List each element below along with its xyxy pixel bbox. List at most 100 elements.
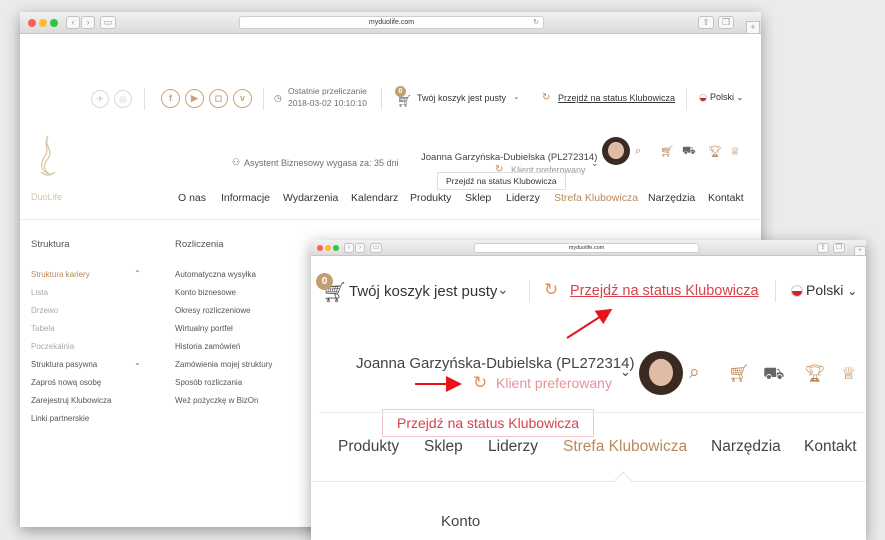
cart-icon[interactable]: 🛒︎ (728, 364, 750, 384)
nav-item-narzedzia[interactable]: Narzędzia (648, 192, 695, 204)
menu-item[interactable]: Zamówienia mojej struktury (175, 360, 272, 369)
logo-text[interactable]: DuoLife (31, 192, 62, 202)
trophy-alt-icon[interactable]: ♕ (730, 145, 740, 158)
rocket-icon[interactable]: ✈ (91, 90, 109, 108)
address-bar[interactable]: myduolife.com (474, 243, 699, 253)
menu-item[interactable]: Struktura kariery (31, 270, 90, 279)
truck-icon[interactable]: ⛟ (763, 364, 784, 386)
menu-item[interactable]: Weź pożyczkę w BizOn (175, 396, 258, 405)
menu-item[interactable]: Konto biznesowe (175, 288, 236, 297)
language-select[interactable]: Polski ⌄ (699, 92, 743, 102)
new-tab-icon[interactable]: + (746, 21, 760, 34)
menu-item[interactable]: Sposób rozliczania (175, 378, 242, 387)
maximize-window-button[interactable] (333, 245, 339, 251)
search-user-icon[interactable]: ⌕ (689, 362, 700, 384)
tabs-icon[interactable]: ❐ (833, 243, 845, 253)
menu-item[interactable]: Historia zamówień (175, 342, 240, 351)
browser-toolbar: ‹ › ▭ myduolife.com ↻ ⇪ ❐ + (20, 12, 761, 34)
chevron-down-icon[interactable]: ⌄ (513, 92, 520, 101)
nav-item-sklep[interactable]: Sklep (424, 438, 463, 456)
truck-icon[interactable]: ⛟ (682, 145, 696, 159)
nav-item-liderzy[interactable]: Liderzy (488, 438, 538, 456)
back-icon[interactable]: ‹ (344, 243, 354, 253)
club-status-link[interactable]: Przejdź na status Klubowicza (558, 93, 675, 103)
chevron-down-icon[interactable]: ⌄ (620, 364, 631, 380)
nav-item-wydarzenia[interactable]: Wydarzenia (283, 192, 338, 204)
menu-item[interactable]: Automatyczna wysyłka (175, 270, 256, 279)
chevron-down-icon[interactable]: ⌄ (591, 158, 599, 169)
address-bar[interactable]: myduolife.com ↻ (239, 16, 544, 29)
nav-divider (311, 481, 866, 482)
nav-item-strefa-klubowicza[interactable]: Strefa Klubowicza (563, 438, 687, 456)
minimize-window-button[interactable] (39, 19, 47, 27)
menu-item[interactable]: Poczekalnia (31, 342, 74, 351)
close-window-button[interactable] (28, 19, 36, 27)
logo-flame-icon[interactable] (33, 134, 63, 178)
search-user-icon[interactable]: ⌕ (635, 145, 641, 158)
chevron-up-icon[interactable]: ⌃ (134, 269, 141, 278)
refresh-icon: ↻ (544, 280, 559, 299)
vk-icon[interactable]: v (233, 89, 252, 108)
menu-item[interactable]: Linki partnerskie (31, 414, 89, 423)
user-status: Klient preferowany (496, 375, 612, 391)
reload-icon[interactable]: ↻ (533, 17, 539, 28)
url-text: myduolife.com (568, 245, 605, 251)
last-calc-value: 2018-03-02 10:10:10 (288, 98, 367, 108)
trophy-alt-icon[interactable]: ♕ (841, 364, 856, 384)
tabs-icon[interactable]: ❐ (718, 16, 734, 29)
sidebar-icon[interactable]: ▭ (100, 16, 116, 29)
nav-item-strefa-klubowicza[interactable]: Strefa Klubowicza (554, 192, 638, 204)
nav-item-sklep[interactable]: Sklep (465, 192, 491, 204)
divider (529, 280, 530, 302)
cart-label[interactable]: Twój koszyk jest pusty (349, 283, 497, 300)
menu-col-title: Struktura (31, 239, 70, 250)
nav-item-produkty[interactable]: Produkty (338, 438, 399, 456)
zoom-browser-window: ‹ › ▭ myduolife.com ⇪ ❐ + 🛒︎ 0 Twój kosz… (311, 240, 866, 540)
sidebar-icon[interactable]: ▭ (370, 243, 382, 253)
menu-item[interactable]: Drzewo (31, 306, 58, 315)
share-icon[interactable]: ⇪ (817, 243, 829, 253)
youtube-icon[interactable]: ▶ (185, 89, 204, 108)
instagram-icon[interactable]: ◻ (209, 89, 228, 108)
maximize-window-button[interactable] (50, 19, 58, 27)
nav-item-o-nas[interactable]: O nas (178, 192, 206, 204)
nav-item-kontakt[interactable]: Kontakt (708, 192, 744, 204)
avatar[interactable] (639, 351, 683, 395)
avatar[interactable] (602, 137, 630, 165)
chevron-down-icon[interactable]: ⌄ (497, 281, 509, 298)
user-name[interactable]: Joanna Garzyńska-Dubielska (PL272314) (421, 152, 597, 163)
forward-icon[interactable]: › (355, 243, 365, 253)
menu-item[interactable]: Lista (31, 288, 48, 297)
menu-item[interactable]: Okresy rozliczeniowe (175, 306, 251, 315)
nav-item-narzedzia[interactable]: Narzędzia (711, 438, 781, 456)
trophy-icon[interactable]: 🏆︎ (804, 364, 826, 384)
new-tab-icon[interactable]: + (854, 246, 866, 256)
nav-item-produkty[interactable]: Produkty (410, 192, 451, 204)
nav-item-kalendarz[interactable]: Kalendarz (351, 192, 398, 204)
facebook-icon[interactable]: f (161, 89, 180, 108)
menu-item[interactable]: Struktura pasywna (31, 360, 97, 369)
club-status-link[interactable]: Przejdź na status Klubowicza (570, 283, 759, 299)
minimize-window-button[interactable] (325, 245, 331, 251)
forward-icon[interactable]: › (81, 16, 95, 29)
chevron-down-icon[interactable]: ⌄ (134, 358, 141, 367)
language-select[interactable]: Polski ⌄ (791, 282, 857, 298)
trophy-icon[interactable]: 🏆︎ (708, 145, 722, 158)
cart-label[interactable]: Twój koszyk jest pusty (417, 93, 506, 103)
cart-icon[interactable]: 🛒︎ (660, 145, 674, 158)
nav-item-liderzy[interactable]: Liderzy (506, 192, 540, 204)
user-name[interactable]: Joanna Garzyńska-Dubielska (PL272314) (356, 355, 635, 372)
close-window-button[interactable] (317, 245, 323, 251)
nav-item-informacje[interactable]: Informacje (221, 192, 270, 204)
language-label: Polski (806, 282, 844, 298)
browser-toolbar: ‹ › ▭ myduolife.com ⇪ ❐ + (311, 240, 866, 256)
nav-item-kontakt[interactable]: Kontakt (804, 438, 857, 456)
menu-item[interactable]: Wirtualny portfel (175, 324, 233, 333)
menu-item[interactable]: Zarejestruj Klubowicza (31, 396, 111, 405)
menu-item[interactable]: Zaproś nową osobę (31, 378, 101, 387)
back-icon[interactable]: ‹ (66, 16, 80, 29)
clock-icon: ◷ (274, 93, 282, 103)
share-icon[interactable]: ⇪ (698, 16, 714, 29)
settings-icon[interactable]: ◎ (114, 90, 132, 108)
menu-item[interactable]: Tabela (31, 324, 55, 333)
